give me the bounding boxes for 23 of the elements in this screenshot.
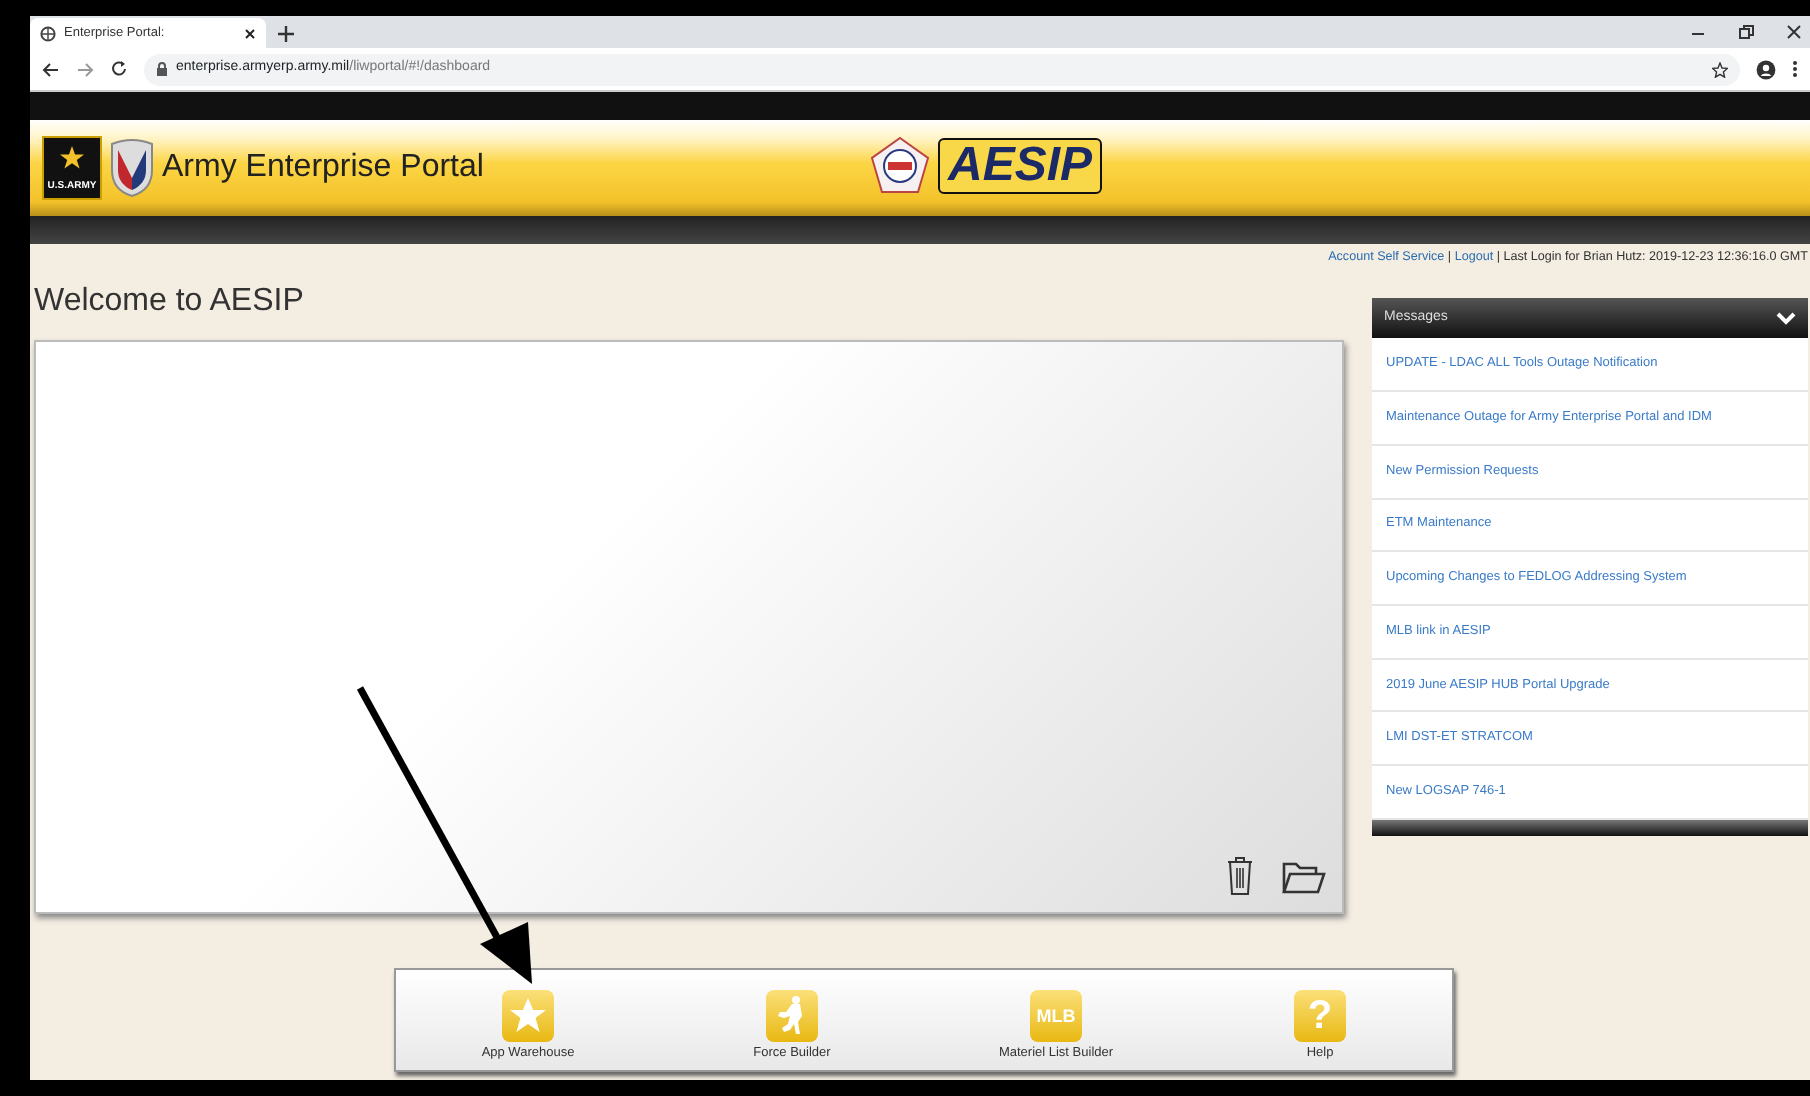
menu-icon[interactable] bbox=[1792, 60, 1798, 78]
page-title: Welcome to AESIP bbox=[34, 282, 306, 323]
app-icon: MLB bbox=[1030, 990, 1082, 1043]
new-tab-icon[interactable] bbox=[278, 26, 294, 42]
app-icon: ? bbox=[1294, 990, 1346, 1043]
bookmark-star-icon[interactable] bbox=[1712, 61, 1728, 77]
soldiers-icon bbox=[766, 990, 818, 1043]
trash-icon[interactable] bbox=[1226, 856, 1254, 897]
folder-icon[interactable] bbox=[1282, 860, 1326, 897]
back-icon[interactable] bbox=[42, 61, 60, 77]
portal-title: Army Enterprise Portal bbox=[162, 148, 484, 188]
seal-icon bbox=[870, 136, 930, 196]
restore-icon[interactable] bbox=[1738, 24, 1754, 40]
chevron-down-icon[interactable] bbox=[1776, 311, 1796, 326]
globe-icon bbox=[40, 25, 56, 41]
aesip-logo: AESIP bbox=[938, 138, 1103, 194]
close-icon[interactable] bbox=[1786, 24, 1802, 40]
forward-icon[interactable] bbox=[76, 61, 94, 77]
lock-icon bbox=[156, 62, 168, 76]
close-icon[interactable] bbox=[244, 27, 256, 39]
account-icon[interactable] bbox=[1756, 59, 1776, 79]
reload-icon[interactable] bbox=[110, 60, 128, 78]
shield-icon bbox=[110, 138, 154, 198]
